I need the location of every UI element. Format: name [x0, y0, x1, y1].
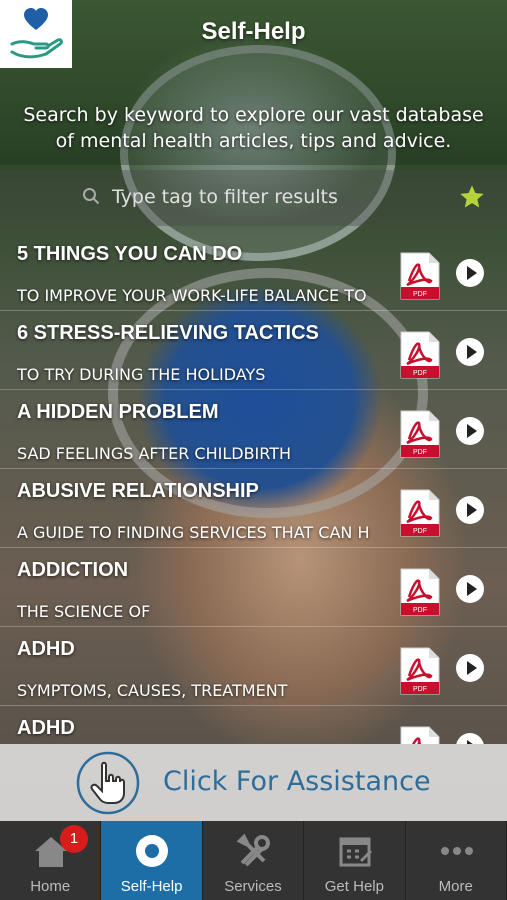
page-title: Self-Help [201, 18, 306, 45]
article-subtitle: A GUIDE TO FINDING SERVICES THAT CAN H [17, 523, 370, 542]
tab-services[interactable]: Services [203, 821, 305, 900]
tools-icon [236, 833, 270, 867]
tab-home[interactable]: 1 Home [0, 821, 102, 900]
article-title: ABUSIVE RELATIONSHIP [17, 480, 259, 502]
article-title: 6 STRESS-RELIEVING TACTICS [17, 322, 319, 344]
article-title: ADHD [17, 717, 75, 739]
svg-text:PDF: PDF [413, 528, 427, 535]
list-item[interactable]: A HIDDEN PROBLEM SAD FEELINGS AFTER CHIL… [0, 390, 507, 469]
play-icon[interactable] [455, 574, 485, 604]
search-bar [0, 170, 507, 226]
play-icon[interactable] [455, 337, 485, 367]
tab-get-help[interactable]: Get Help [304, 821, 406, 900]
description-line-2: of mental health articles, tips and advi… [55, 130, 452, 152]
play-icon[interactable] [455, 416, 485, 446]
svg-text:PDF: PDF [413, 686, 427, 693]
article-subtitle: SYMPTOMS, CAUSES, TREATMENT [17, 681, 288, 700]
list-item[interactable]: 6 STRESS-RELIEVING TACTICS TO TRY DURING… [0, 311, 507, 390]
article-title: ADDICTION [17, 559, 129, 581]
assistance-label: Click For Assistance [163, 766, 431, 797]
list-item[interactable]: ABUSIVE RELATIONSHIP A GUIDE TO FINDING … [0, 469, 507, 548]
search-icon [83, 188, 100, 205]
header: Self-Help Search by keyword to explore o… [0, 0, 507, 165]
tab-more[interactable]: More [406, 821, 507, 900]
article-title: 5 THINGS YOU CAN DO [17, 243, 243, 265]
favorites-star-icon[interactable] [458, 183, 486, 211]
tab-label: Home [30, 878, 71, 895]
play-icon[interactable] [455, 495, 485, 525]
description-line-1: Search by keyword to explore our vast da… [23, 104, 484, 126]
self-help-icon [136, 835, 169, 867]
pdf-icon[interactable]: PDF [399, 488, 441, 538]
pdf-icon[interactable]: PDF [399, 567, 441, 617]
page-description: Search by keyword to explore our vast da… [0, 102, 507, 154]
tab-label: More [438, 878, 473, 895]
assistance-button[interactable]: Click For Assistance [0, 744, 507, 821]
tab-self-help[interactable]: Self-Help [101, 821, 203, 900]
pdf-icon[interactable]: PDF [399, 251, 441, 301]
svg-text:PDF: PDF [413, 291, 427, 298]
pdf-icon[interactable]: PDF [399, 409, 441, 459]
article-title: A HIDDEN PROBLEM [17, 401, 219, 423]
list-item[interactable]: ADDICTION THE SCIENCE OF PDF [0, 548, 507, 627]
tab-label: Self-Help [120, 878, 183, 895]
svg-text:PDF: PDF [413, 607, 427, 614]
article-list: 5 THINGS YOU CAN DO TO IMPROVE YOUR WORK… [0, 232, 507, 744]
svg-text:PDF: PDF [413, 449, 427, 456]
tab-label: Get Help [324, 878, 384, 895]
pointing-hand-icon [76, 751, 140, 815]
article-subtitle: TO IMPROVE YOUR WORK-LIFE BALANCE TO [17, 286, 367, 305]
list-item[interactable]: ADHD PDF [0, 706, 507, 744]
article-subtitle: TO TRY DURING THE HOLIDAYS [17, 365, 266, 384]
search-input[interactable] [112, 183, 412, 211]
play-icon[interactable] [455, 653, 485, 683]
bottom-tab-bar: 1 Home Self-Help Services Get Help More [0, 821, 507, 900]
article-title: ADHD [17, 638, 75, 660]
pdf-icon[interactable]: PDF [399, 646, 441, 696]
notification-badge: 1 [60, 825, 88, 853]
list-item[interactable]: ADHD SYMPTOMS, CAUSES, TREATMENT PDF [0, 627, 507, 706]
play-icon[interactable] [455, 258, 485, 288]
more-dots-icon [440, 847, 473, 855]
calendar-icon [339, 837, 373, 867]
pdf-icon[interactable]: PDF [399, 330, 441, 380]
play-icon[interactable] [455, 732, 485, 744]
list-item[interactable]: 5 THINGS YOU CAN DO TO IMPROVE YOUR WORK… [0, 232, 507, 311]
article-subtitle: THE SCIENCE OF [17, 602, 151, 621]
pdf-icon[interactable]: PDF [399, 725, 441, 744]
tab-label: Services [224, 878, 282, 895]
svg-text:PDF: PDF [413, 370, 427, 377]
article-subtitle: SAD FEELINGS AFTER CHILDBIRTH [17, 444, 292, 463]
